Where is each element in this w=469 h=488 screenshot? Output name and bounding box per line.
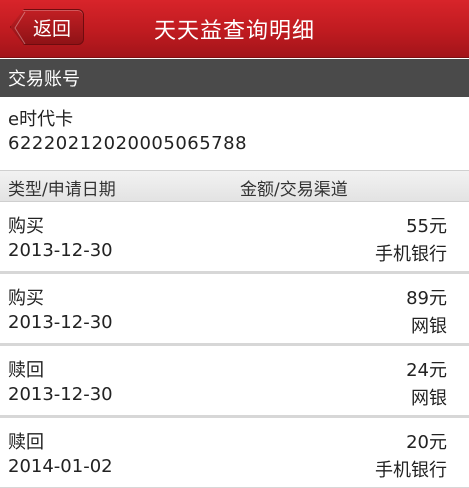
transaction-channel: 网银 <box>411 316 447 337</box>
scrollbar[interactable] <box>462 202 467 488</box>
transaction-list: 购买 2013-12-30 55元 手机银行 购买 2013-12-30 89元… <box>0 202 469 488</box>
transaction-amount: 24元 <box>406 360 447 381</box>
chevron-left-icon <box>14 11 26 45</box>
transaction-row[interactable]: 赎回 2013-12-30 24元 网银 <box>0 346 469 418</box>
transaction-type: 赎回 <box>8 432 44 453</box>
transaction-row[interactable]: 购买 2013-12-30 89元 网银 <box>0 274 469 346</box>
transaction-type: 购买 <box>8 216 44 237</box>
transaction-channel: 手机银行 <box>375 460 447 481</box>
column-header-type-date: 类型/申请日期 <box>8 180 116 200</box>
transaction-amount: 89元 <box>406 288 447 309</box>
transaction-amount: 20元 <box>406 432 447 453</box>
transaction-row[interactable]: 购买 2013-12-30 55元 手机银行 <box>0 202 469 274</box>
column-header-amount-channel: 金额/交易渠道 <box>240 180 348 200</box>
transaction-date: 2013-12-30 <box>8 384 113 405</box>
transaction-type: 购买 <box>8 288 44 309</box>
back-button[interactable]: 返回 <box>10 9 84 45</box>
card-number: 62220212020005065788 <box>8 133 248 154</box>
transaction-row[interactable]: 赎回 2014-01-02 20元 手机银行 <box>0 418 469 488</box>
transaction-channel: 手机银行 <box>375 244 447 265</box>
card-type: e时代卡 <box>8 109 74 130</box>
account-section-title: 交易账号 <box>8 69 80 90</box>
transaction-channel: 网银 <box>411 388 447 409</box>
account-info: e时代卡 62220212020005065788 <box>0 97 469 171</box>
back-button-label: 返回 <box>32 17 71 40</box>
transaction-amount: 55元 <box>406 216 447 237</box>
transaction-date: 2014-01-02 <box>8 456 113 477</box>
column-header: 类型/申请日期 金额/交易渠道 <box>0 171 469 202</box>
transaction-date: 2013-12-30 <box>8 312 113 333</box>
transaction-date: 2013-12-30 <box>8 240 113 261</box>
transaction-type: 赎回 <box>8 360 44 381</box>
account-section-header: 交易账号 <box>0 59 469 97</box>
top-bar: 返回 天天益查询明细 <box>0 0 469 58</box>
page-title: 天天益查询明细 <box>153 19 315 44</box>
